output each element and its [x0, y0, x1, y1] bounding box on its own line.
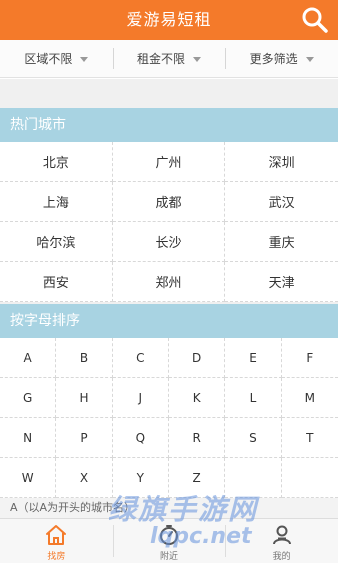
letter-item[interactable]: H — [56, 378, 113, 418]
search-icon[interactable] — [300, 5, 330, 35]
city-item[interactable]: 郑州 — [112, 262, 226, 302]
bottom-tab-bar: 找房 附近 我的 — [0, 518, 338, 563]
letter-item[interactable]: X — [56, 458, 113, 498]
user-icon — [272, 525, 291, 545]
filter-rent-dropdown[interactable]: 租金不限 — [112, 40, 226, 77]
tab-find-house-label: 找房 — [47, 552, 66, 562]
letter-item[interactable]: E — [225, 338, 282, 378]
spacer-band — [0, 79, 338, 108]
letter-group-hint: A（以A为开头的城市名） — [0, 498, 338, 518]
city-item[interactable]: 哈尔滨 — [0, 222, 113, 262]
city-item[interactable]: 西安 — [0, 262, 113, 302]
tab-mine-label: 我的 — [272, 552, 291, 562]
letter-item[interactable]: B — [56, 338, 113, 378]
letter-item[interactable]: A — [0, 338, 57, 378]
tab-nearby[interactable]: 附近 — [112, 519, 226, 563]
city-item[interactable]: 成都 — [112, 182, 226, 222]
letter-item[interactable]: J — [112, 378, 169, 418]
alphabet-header: 按字母排序 — [0, 304, 338, 338]
filter-area-label: 区域不限 — [24, 52, 73, 66]
city-item[interactable]: 重庆 — [225, 222, 338, 262]
tab-mine[interactable]: 我的 — [225, 519, 338, 563]
letter-item[interactable]: K — [168, 378, 226, 418]
filter-area-dropdown[interactable]: 区域不限 — [0, 40, 113, 77]
chevron-down-icon — [80, 57, 89, 62]
hot-cities-header: 热门城市 — [0, 108, 338, 142]
letter-item[interactable]: N — [0, 418, 57, 458]
city-item[interactable]: 北京 — [0, 142, 113, 182]
letter-empty-cell — [225, 458, 282, 498]
letter-item[interactable]: F — [281, 338, 338, 378]
city-item[interactable]: 武汉 — [225, 182, 338, 222]
filter-bar: 区域不限 租金不限 更多筛选 — [0, 40, 338, 78]
city-item[interactable]: 广州 — [112, 142, 226, 182]
letter-item[interactable]: M — [281, 378, 338, 418]
alphabet-grid: ABCDEF GHJKLM NPQRST WXYZ — [0, 338, 338, 498]
letter-item[interactable]: P — [56, 418, 113, 458]
page-title: 爱游易短租 — [126, 10, 212, 29]
city-item[interactable]: 深圳 — [225, 142, 338, 182]
letter-item[interactable]: G — [0, 378, 57, 418]
letter-item[interactable]: T — [281, 418, 338, 458]
filter-rent-label: 租金不限 — [137, 52, 186, 66]
tab-nearby-label: 附近 — [160, 552, 179, 562]
hot-cities-grid: 北京 广州 深圳上海 成都 武汉哈尔滨 长沙 重庆西安 郑州 天津 — [0, 142, 338, 302]
letter-item[interactable]: C — [112, 338, 169, 378]
letter-item[interactable]: W — [0, 458, 57, 498]
letter-item[interactable]: Z — [168, 458, 226, 498]
letter-empty-cell — [281, 458, 338, 498]
chevron-down-icon — [305, 57, 314, 62]
app-header: 爱游易短租 — [0, 0, 338, 40]
tab-find-house[interactable]: 找房 — [0, 519, 113, 563]
filter-more-label: 更多筛选 — [249, 52, 298, 66]
letter-item[interactable]: Q — [112, 418, 169, 458]
letter-item[interactable]: Y — [112, 458, 169, 498]
filter-more-dropdown[interactable]: 更多筛选 — [225, 40, 338, 77]
letter-item[interactable]: D — [168, 338, 226, 378]
compass-icon — [160, 525, 178, 545]
city-item[interactable]: 上海 — [0, 182, 113, 222]
city-item[interactable]: 天津 — [225, 262, 338, 302]
city-item[interactable]: 长沙 — [112, 222, 226, 262]
home-icon — [46, 525, 67, 545]
chevron-down-icon — [193, 57, 202, 62]
letter-item[interactable]: S — [225, 418, 282, 458]
letter-item[interactable]: L — [225, 378, 282, 418]
letter-item[interactable]: R — [168, 418, 226, 458]
